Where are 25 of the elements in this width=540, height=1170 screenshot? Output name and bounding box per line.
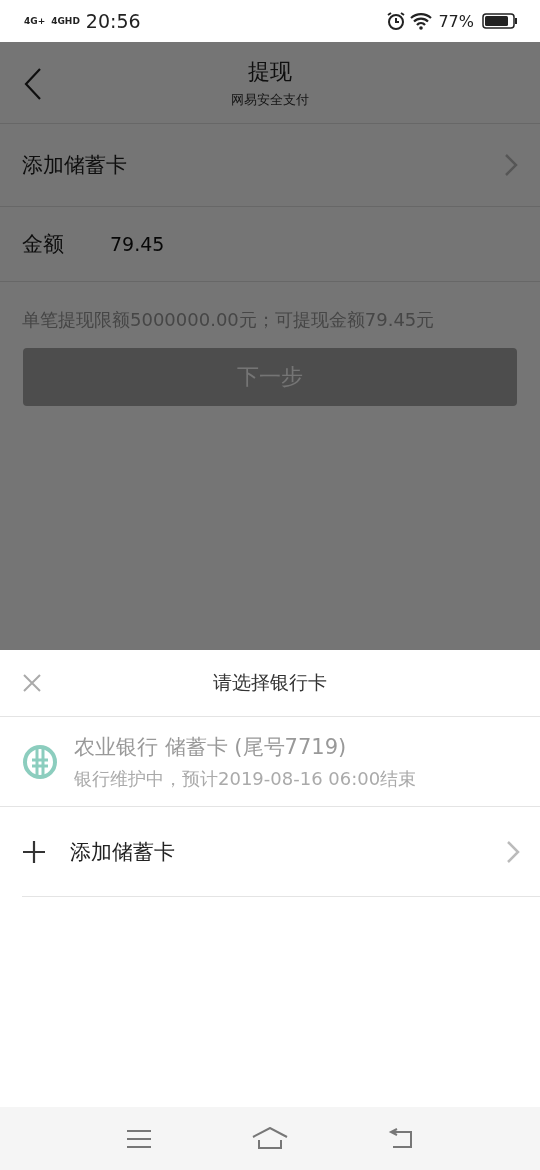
wifi-icon [410, 12, 433, 30]
alarm-icon [386, 11, 407, 31]
amount-label: 金额 [22, 231, 64, 258]
bank-logo-icon [22, 743, 58, 780]
bank-card-name: 农业银行 储蓄卡 (尾号7719) [74, 733, 348, 761]
back-icon[interactable] [388, 1127, 414, 1150]
maintenance-note: 银行维护中，预计2019-08-16 06:00结束 [74, 766, 417, 791]
page-subtitle: 网易安全支付 [231, 90, 309, 109]
clock-time: 20:56 [85, 10, 141, 32]
back-icon[interactable] [24, 68, 42, 100]
home-icon[interactable] [252, 1126, 288, 1151]
close-icon[interactable] [22, 673, 42, 693]
add-card-label[interactable]: 添加储蓄卡 [22, 151, 504, 179]
signal-indicator: 4GHD [51, 16, 80, 26]
sheet-title: 请选择银行卡 [213, 670, 327, 695]
amount-value[interactable]: 79.45 [110, 233, 165, 255]
chevron-icon [504, 153, 518, 177]
plus-icon [22, 839, 46, 864]
menu-icon[interactable] [126, 1128, 152, 1149]
signal-indicator: 4G+ [24, 16, 46, 26]
add-card-item[interactable]: 添加储蓄卡 [22, 807, 540, 897]
page-title: 提现 [248, 57, 292, 86]
battery-level: 77% [438, 11, 474, 31]
battery-icon [482, 13, 518, 29]
chevron-icon [506, 839, 520, 864]
